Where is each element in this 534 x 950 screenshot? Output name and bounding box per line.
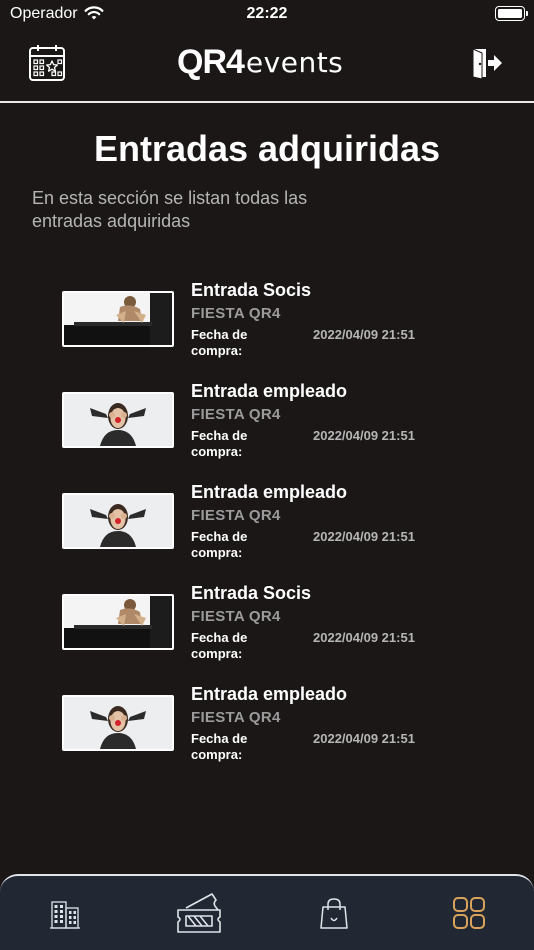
ticket-name: Entrada Socis [191, 280, 312, 300]
person-with-clown-nose-photo [64, 495, 172, 547]
ticket-icon [177, 893, 221, 933]
status-bar: Operador 22:22 [0, 0, 534, 28]
page-title: Entradas adquiridas [93, 128, 441, 169]
person-with-clown-nose-photo [64, 394, 172, 446]
ticket-event: FIESTA QR4 [191, 709, 281, 726]
app-logo: QR4 events [177, 42, 343, 82]
ticket-event: FIESTA QR4 [191, 305, 281, 322]
shopping-bag-icon [320, 898, 348, 929]
calendar-star-icon [29, 45, 65, 81]
header-divider [0, 101, 534, 103]
ticket-event: FIESTA QR4 [191, 406, 281, 423]
logo-secondary: events [245, 45, 344, 79]
ticket-date-label: Fecha de compra: [191, 731, 248, 762]
ticket-item[interactable]: Entrada empleado FIESTA QR4 Fecha de com… [0, 381, 534, 482]
logout-button[interactable] [470, 46, 504, 80]
ticket-thumbnail [62, 392, 174, 448]
ticket-date: 2022/04/09 21:51 [313, 327, 415, 342]
tab-shop[interactable] [309, 888, 359, 938]
tab-bar [0, 874, 534, 950]
grid-icon [453, 897, 485, 929]
ticket-item[interactable]: Entrada Socis FIESTA QR4 Fecha de compra… [0, 583, 534, 684]
app-header: QR4 events [0, 28, 534, 102]
ticket-date-label: Fecha de compra: [191, 529, 248, 560]
ticket-date-label: Fecha de compra: [191, 327, 248, 358]
clock: 22:22 [246, 5, 288, 22]
ticket-date: 2022/04/09 21:51 [313, 630, 415, 645]
building-icon [50, 901, 80, 929]
ticket-date-label: Fecha de compra: [191, 428, 248, 459]
ticket-event: FIESTA QR4 [191, 608, 281, 625]
tab-more[interactable] [444, 888, 494, 938]
ticket-thumbnail [62, 493, 174, 549]
ticket-item[interactable]: Entrada Socis FIESTA QR4 Fecha de compra… [0, 280, 534, 381]
ticket-date-label: Fecha de compra: [191, 630, 248, 661]
calendar-button[interactable] [28, 44, 66, 82]
ticket-thumbnail [62, 291, 174, 347]
ticket-date: 2022/04/09 21:51 [313, 731, 415, 746]
ticket-name: Entrada empleado [191, 684, 348, 704]
tab-tickets[interactable] [174, 888, 224, 938]
ticket-date: 2022/04/09 21:51 [313, 428, 415, 443]
ticket-list: Entrada Socis FIESTA QR4 Fecha de compra… [0, 280, 534, 785]
ticket-thumbnail [62, 594, 174, 650]
tab-venues[interactable] [40, 888, 90, 938]
ticket-date: 2022/04/09 21:51 [313, 529, 415, 544]
ticket-name: Entrada empleado [191, 381, 348, 401]
ticket-name: Entrada empleado [191, 482, 348, 502]
battery-icon [495, 6, 528, 21]
ticket-thumbnail [62, 695, 174, 751]
logo-primary: QR4 [177, 42, 245, 81]
page-description: En esta sección se listan todas las entr… [32, 188, 308, 231]
ticket-name: Entrada Socis [191, 583, 312, 603]
person-crouching-on-piano-photo [64, 596, 172, 648]
ticket-event: FIESTA QR4 [191, 507, 281, 524]
ticket-item[interactable]: Entrada empleado FIESTA QR4 Fecha de com… [0, 684, 534, 785]
logout-door-icon [472, 48, 502, 80]
person-crouching-on-piano-photo [64, 293, 172, 345]
person-with-clown-nose-photo [64, 697, 172, 749]
ticket-item[interactable]: Entrada empleado FIESTA QR4 Fecha de com… [0, 482, 534, 583]
